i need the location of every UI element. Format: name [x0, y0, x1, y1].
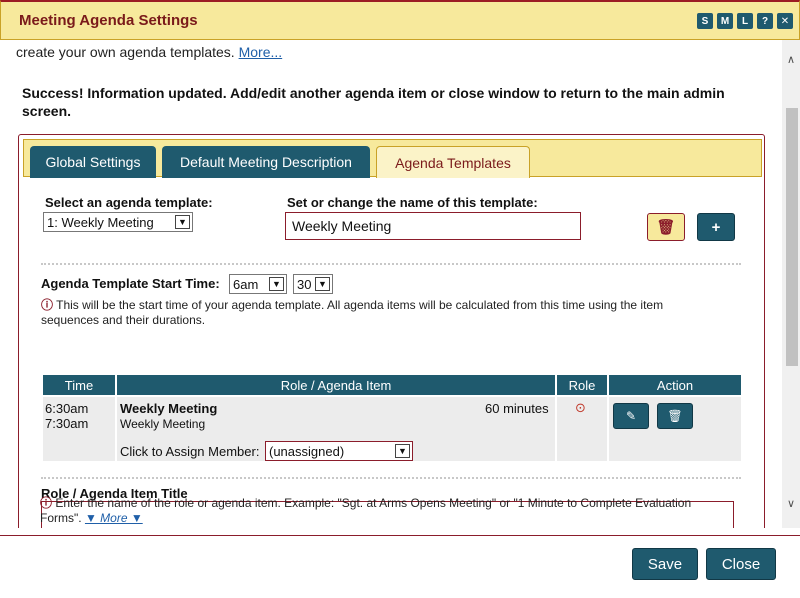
- tab-global-settings[interactable]: Global Settings: [30, 146, 156, 178]
- size-buttons: S M L ? ✕: [697, 13, 793, 29]
- tab-agenda-templates[interactable]: Agenda Templates: [376, 146, 530, 178]
- close-button[interactable]: Close: [706, 548, 776, 580]
- add-template-button[interactable]: +: [697, 213, 735, 241]
- trash-icon: 🗑: [667, 409, 683, 423]
- content-area: create your own agenda templates. More..…: [0, 40, 800, 528]
- template-name-input[interactable]: Weekly Meeting: [285, 212, 581, 240]
- item-title-more-link[interactable]: ▼ More ▼: [85, 511, 143, 525]
- intro-text: create your own agenda templates. More..…: [16, 44, 282, 60]
- trash-icon: 🗑: [656, 219, 676, 236]
- size-small-button[interactable]: S: [697, 13, 713, 29]
- intro-more-link[interactable]: More...: [239, 44, 283, 60]
- save-button[interactable]: Save: [632, 548, 698, 580]
- template-select-value: 1: Weekly Meeting: [47, 214, 154, 230]
- chevron-down-icon: ▼: [395, 444, 410, 458]
- scroll-down-icon[interactable]: ∨: [785, 498, 797, 510]
- start-time-info: ⓘ This will be the start time of your ag…: [41, 298, 721, 328]
- help-button[interactable]: ?: [757, 13, 773, 29]
- template-select-label: Select an agenda template:: [45, 195, 213, 210]
- info-icon: ⓘ: [40, 496, 53, 510]
- close-icon[interactable]: ✕: [777, 13, 793, 29]
- row-duration: 60 minutes: [485, 401, 549, 416]
- delete-item-button[interactable]: 🗑: [657, 403, 693, 429]
- clock-icon: ⊙: [575, 400, 586, 415]
- pencil-icon: ✎: [625, 409, 637, 423]
- start-time-label: Agenda Template Start Time:: [41, 276, 220, 291]
- tab-bar: Global Settings Default Meeting Descript…: [23, 139, 762, 178]
- edit-item-button[interactable]: ✎: [613, 403, 649, 429]
- window-titlebar: Meeting Agenda Settings S M L ? ✕: [0, 0, 800, 40]
- header-action: Action: [609, 375, 741, 395]
- divider: [41, 477, 741, 479]
- chevron-down-icon: ▼: [269, 277, 284, 291]
- template-name-value: Weekly Meeting: [292, 218, 392, 234]
- scroll-up-icon[interactable]: ∧: [785, 54, 797, 66]
- size-large-button[interactable]: L: [737, 13, 753, 29]
- scrollbar-thumb[interactable]: [786, 108, 798, 366]
- template-name-label: Set or change the name of this template:: [287, 195, 538, 210]
- start-hour-select[interactable]: 6am ▼: [229, 274, 287, 294]
- window-title: Meeting Agenda Settings: [19, 12, 198, 29]
- row-item-subtitle: Weekly Meeting: [120, 417, 206, 431]
- size-medium-button[interactable]: M: [717, 13, 733, 29]
- divider: [41, 263, 741, 265]
- assign-member-value: (unassigned): [269, 443, 345, 459]
- header-role: Role: [557, 375, 607, 395]
- header-role-item: Role / Agenda Item: [117, 375, 555, 395]
- tab-default-meeting-description[interactable]: Default Meeting Description: [162, 146, 370, 178]
- start-minute-select[interactable]: 30 ▼: [293, 274, 333, 294]
- success-message: Success! Information updated. Add/edit a…: [22, 85, 725, 119]
- intro-sentence: create your own agenda templates.: [16, 44, 235, 60]
- info-icon: ⓘ: [41, 298, 54, 312]
- assign-member-select[interactable]: (unassigned) ▼: [265, 441, 413, 461]
- header-time: Time: [43, 375, 115, 395]
- plus-icon: +: [711, 218, 721, 236]
- footer-divider: [0, 535, 800, 536]
- settings-panel: Global Settings Default Meeting Descript…: [18, 134, 765, 528]
- row-end-time: 7:30am: [45, 416, 89, 431]
- start-hour-value: 6am: [233, 276, 259, 292]
- start-time-info-text: This will be the start time of your agen…: [41, 298, 664, 327]
- row-item-title: Weekly Meeting: [120, 401, 218, 416]
- start-minute-value: 30: [297, 276, 312, 292]
- delete-template-button[interactable]: 🗑: [647, 213, 685, 241]
- row-start-time: 6:30am: [45, 401, 89, 416]
- template-select[interactable]: 1: Weekly Meeting ▼: [43, 212, 193, 232]
- chevron-down-icon: ▼: [175, 215, 190, 229]
- item-title-info: ⓘ Enter the name of the role or agenda i…: [40, 496, 700, 526]
- assign-member-label: Click to Assign Member:: [120, 444, 260, 459]
- chevron-down-icon: ▼: [315, 277, 330, 291]
- scrollbar[interactable]: ∧ ∨: [782, 40, 800, 528]
